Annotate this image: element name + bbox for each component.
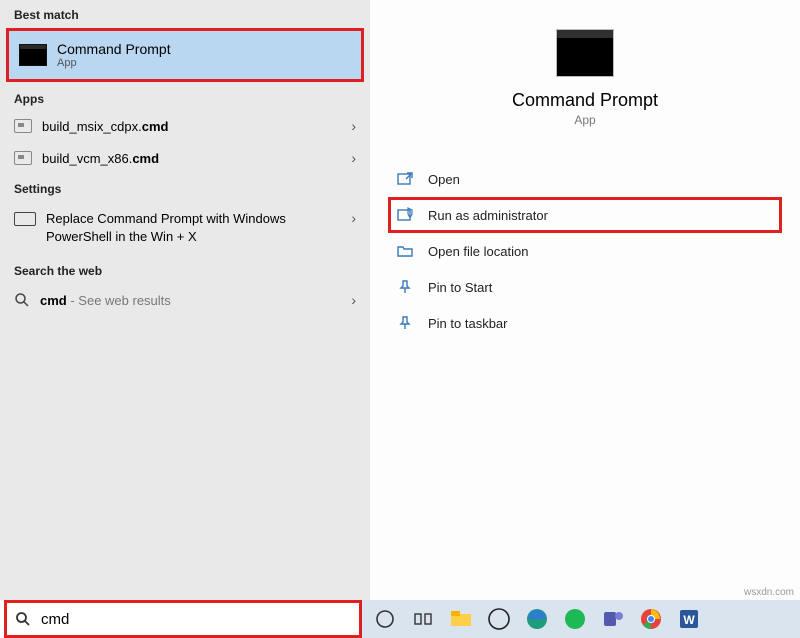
folder-icon [396,242,414,260]
taskbar: W [362,600,800,638]
spotify-icon[interactable] [562,606,588,632]
action-run-admin[interactable]: Run as administrator [388,197,782,233]
section-settings: Settings [0,174,370,200]
web-result-0[interactable]: cmd - See web results › [0,282,370,318]
open-icon [396,170,414,188]
section-apps: Apps [0,84,370,110]
pin-icon [396,314,414,332]
watermark: wsxdn.com [744,587,794,598]
section-web: Search the web [0,256,370,282]
chevron-right-icon: › [351,150,356,166]
best-match-title: Command Prompt [57,41,171,57]
details-subtitle: App [388,113,782,127]
action-open[interactable]: Open [388,161,782,197]
cortana-icon[interactable] [372,606,398,632]
teams-icon[interactable] [600,606,626,632]
search-input[interactable] [41,611,351,628]
chevron-right-icon: › [351,210,356,226]
cmd-icon [557,30,613,76]
shield-icon [396,206,414,224]
search-icon [15,611,31,627]
dell-icon[interactable] [486,606,512,632]
action-label: Run as administrator [428,208,548,223]
action-label: Pin to Start [428,280,492,295]
task-view-icon[interactable] [410,606,436,632]
action-label: Open file location [428,244,528,259]
search-icon [14,292,30,308]
action-label: Open [428,172,460,187]
action-pin-taskbar[interactable]: Pin to taskbar [388,305,782,341]
search-box[interactable] [4,600,362,638]
section-best-match: Best match [0,0,370,26]
details-title: Command Prompt [388,90,782,111]
edge-icon[interactable] [524,606,550,632]
chrome-icon[interactable] [638,606,664,632]
cmd-file-icon [14,151,32,165]
settings-result-0[interactable]: Replace Command Prompt with Windows Powe… [0,200,370,256]
settings-result-text: Replace Command Prompt with Windows Powe… [36,210,351,246]
details-panel: Command Prompt App Open Run as administr… [370,0,800,600]
action-label: Pin to taskbar [428,316,508,331]
cmd-file-icon [14,119,32,133]
action-pin-start[interactable]: Pin to Start [388,269,782,305]
best-match-subtitle: App [57,57,171,69]
app-result-0[interactable]: build_msix_cdpx.cmd › [0,110,370,142]
cmd-icon [19,44,47,66]
svg-text:W: W [683,613,695,627]
word-icon[interactable]: W [676,606,702,632]
pin-icon [396,278,414,296]
chevron-right-icon: › [351,292,356,308]
best-match-command-prompt[interactable]: Command Prompt App [6,28,364,82]
chevron-right-icon: › [351,118,356,134]
search-results-panel: Best match Command Prompt App Apps build… [0,0,370,600]
app-result-1[interactable]: build_vcm_x86.cmd › [0,142,370,174]
monitor-icon [14,212,36,226]
file-explorer-icon[interactable] [448,606,474,632]
action-open-location[interactable]: Open file location [388,233,782,269]
